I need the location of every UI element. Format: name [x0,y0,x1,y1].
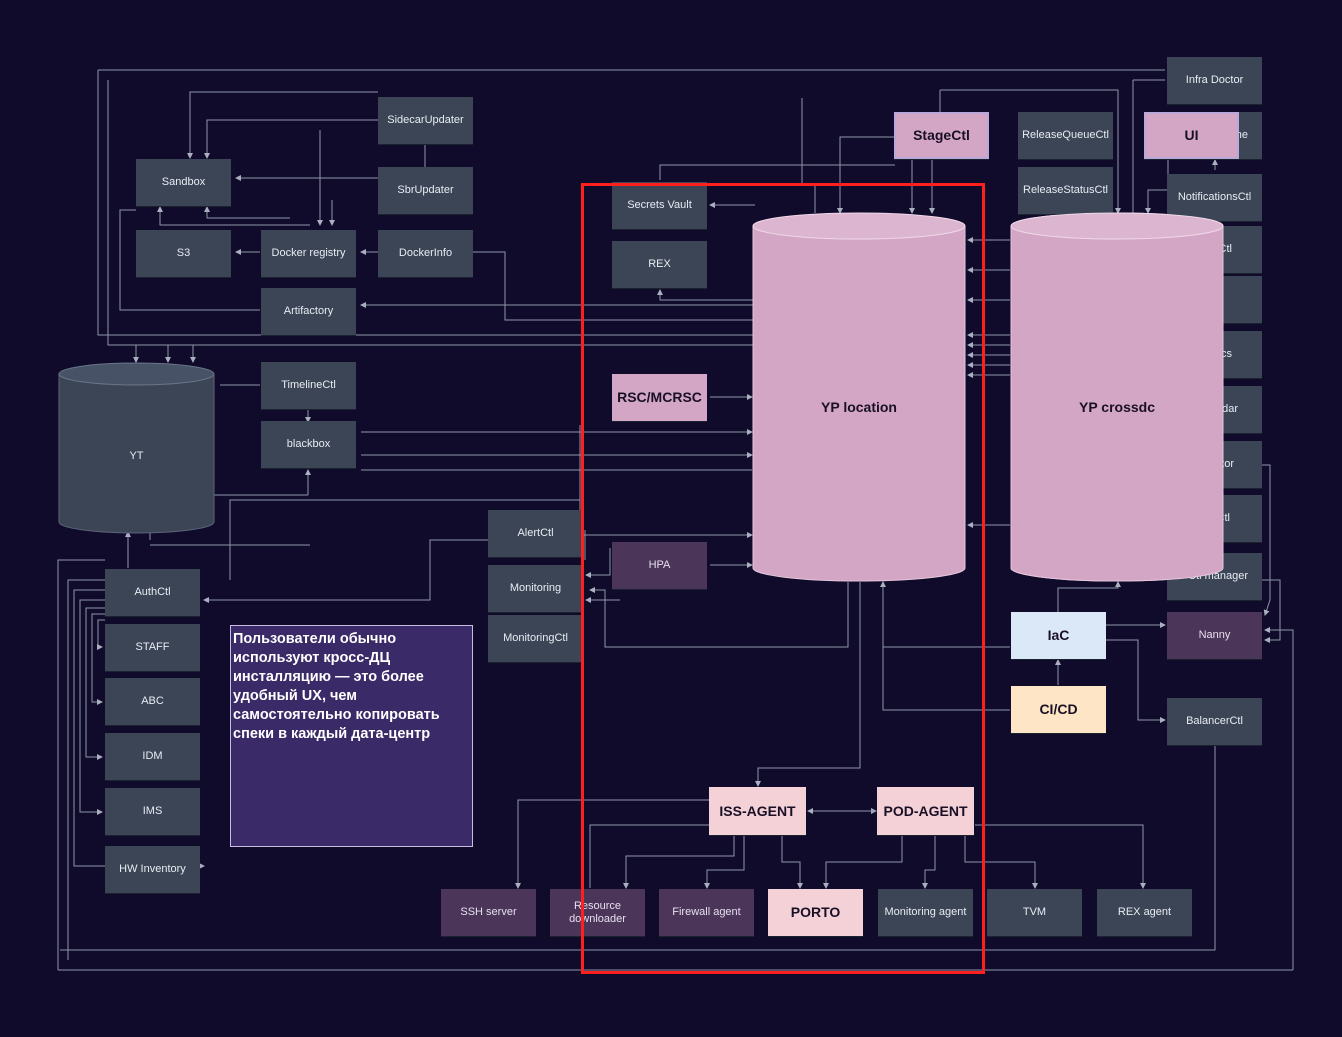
abc-node[interactable]: ABC [105,678,200,725]
cicd-node[interactable]: CI/CD [1011,686,1106,733]
highlight-frame [581,183,985,974]
sidecar-updater-node[interactable]: SidecarUpdater [378,97,473,144]
authctl-node[interactable]: AuthCtl [105,569,200,616]
staff-node[interactable]: STAFF [105,624,200,671]
release-status-ctl-node[interactable]: ReleaseStatusCtl [1018,167,1113,214]
yp-crossdc-front-shape [1010,212,1224,582]
stagectl-node[interactable]: StageCtl [894,112,989,159]
ui-node[interactable]: UI [1144,112,1239,159]
sandbox-node[interactable]: Sandbox [136,159,231,206]
iac-node[interactable]: IaC [1011,612,1106,659]
ims-node[interactable]: IMS [105,788,200,835]
blackbox-node[interactable]: blackbox [261,421,356,468]
s3-node[interactable]: S3 [136,230,231,277]
yt-label: YT [129,450,144,462]
yt-cylinder-shape [58,362,215,534]
timeline-ctl-node[interactable]: TimelineCtl [261,362,356,409]
rex-agent-node[interactable]: REX agent [1097,889,1192,936]
ssh-server-node[interactable]: SSH server [441,889,536,936]
yp-crossdc-front-label: YP crossdc [1078,399,1155,415]
idm-node[interactable]: IDM [105,733,200,780]
release-queue-ctl-node[interactable]: ReleaseQueueCtl [1018,112,1113,159]
monitoring-node[interactable]: Monitoring [488,565,583,612]
artifactory-node[interactable]: Artifactory [261,288,356,335]
monitoring-ctl-node[interactable]: MonitoringCtl [488,615,583,662]
sbr-updater-node[interactable]: SbrUpdater [378,167,473,214]
infra-doctor-node[interactable]: Infra Doctor [1167,57,1262,104]
tvm-node[interactable]: TVM [987,889,1082,936]
balancer-ctl-node[interactable]: BalancerCtl [1167,698,1262,745]
note-textbox: Пользователи обычно используют кросс-ДЦ … [230,625,473,847]
docker-info-node[interactable]: DockerInfo [378,230,473,277]
yt-storage-cylinder[interactable]: YT [58,362,215,534]
yp-crossdc-cylinder-front: YP crossdc [1010,212,1224,584]
docker-registry-node[interactable]: Docker registry [261,230,356,277]
nanny-node[interactable]: Nanny [1167,612,1262,659]
alert-ctl-node[interactable]: AlertCtl [488,510,583,557]
hw-inventory-node[interactable]: HW Inventory [105,846,200,893]
